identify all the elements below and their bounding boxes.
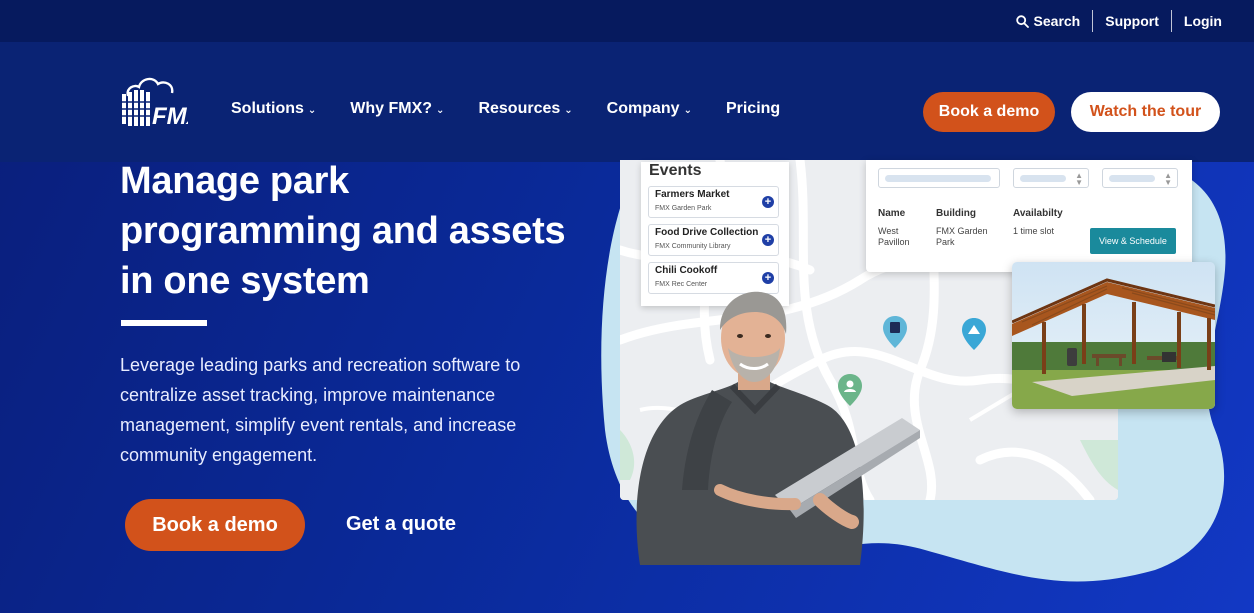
- chevron-down-icon: ⌄: [307, 104, 317, 116]
- plus-circle-icon[interactable]: +: [762, 234, 774, 246]
- main-navigation: FMX Solutions ⌄ Why FMX? ⌄ Resources ⌄ C…: [0, 42, 1254, 162]
- utility-login-link[interactable]: Login: [1170, 10, 1234, 32]
- select-arrows-icon: ▲ ▼: [1075, 171, 1083, 187]
- chevron-down-icon: ⌄: [683, 104, 692, 116]
- cell-name: West Pavillon: [878, 226, 910, 247]
- filter-select[interactable]: ▲ ▼: [1102, 168, 1178, 188]
- nav-why-fmx-label: Why FMX?: [350, 100, 433, 117]
- event-name: Farmers Market: [655, 189, 730, 200]
- plus-circle-icon[interactable]: +: [762, 196, 774, 208]
- utility-search-label: Search: [1033, 13, 1081, 29]
- event-item[interactable]: Food Drive Collection FMX Community Libr…: [648, 224, 779, 256]
- nav-solutions-label: Solutions: [231, 100, 304, 117]
- filter-input[interactable]: [878, 168, 1000, 188]
- person-with-laptop-image: [636, 291, 920, 565]
- events-card: Events Farmers Market FMX Garden Park + …: [641, 162, 789, 306]
- input-placeholder-bar: [885, 175, 991, 182]
- select-placeholder-bar: [1109, 175, 1155, 182]
- column-header-name: Name: [878, 208, 906, 219]
- cell-availability: 1 time slot: [1013, 226, 1055, 236]
- utility-support-label: Support: [1105, 13, 1159, 29]
- events-title: Events: [649, 162, 702, 179]
- chevron-down-icon: ⌄: [436, 104, 445, 116]
- search-icon: [1015, 14, 1029, 28]
- nav-company-label: Company: [606, 100, 680, 117]
- utility-support-link[interactable]: Support: [1092, 10, 1171, 32]
- column-header-building: Building: [936, 208, 976, 219]
- pavilion-photo: [1012, 262, 1215, 409]
- event-location: FMX Community Library: [655, 243, 731, 250]
- map-pin-icon[interactable]: [962, 318, 986, 350]
- nav-book-demo-button[interactable]: Book a demo: [923, 92, 1055, 132]
- event-item[interactable]: Farmers Market FMX Garden Park +: [648, 186, 779, 218]
- utility-bar: Search Support Login: [0, 0, 1254, 42]
- plus-circle-icon[interactable]: +: [762, 272, 774, 284]
- svg-text:FMX: FMX: [152, 103, 188, 128]
- nav-company[interactable]: Company ⌄: [607, 100, 692, 118]
- filter-select[interactable]: ▲ ▼: [1013, 168, 1089, 188]
- hero-book-demo-button[interactable]: Book a demo: [125, 499, 305, 551]
- view-schedule-button[interactable]: View & Schedule: [1090, 228, 1176, 254]
- get-quote-link[interactable]: Get a quote: [346, 513, 456, 536]
- hero-description: Leverage leading parks and recreation so…: [120, 355, 521, 465]
- fmx-logo[interactable]: FMX: [120, 74, 188, 128]
- hero-title: Manage park programming and assets in on…: [120, 160, 566, 302]
- scheduling-card: ▲ ▼ ▲ ▼ Name Building Availabilty West Pav…: [866, 160, 1192, 272]
- column-header-availability: Availabilty: [1013, 208, 1063, 219]
- nav-why-fmx[interactable]: Why FMX? ⌄: [350, 100, 444, 118]
- select-arrows-icon: ▲ ▼: [1164, 171, 1172, 187]
- pavilion-illustration: [1012, 262, 1215, 409]
- nav-solutions[interactable]: Solutions ⌄: [231, 100, 316, 118]
- event-name: Chili Cookoff: [655, 265, 718, 276]
- utility-login-label: Login: [1183, 13, 1222, 29]
- cell-building: FMX Garden Park: [936, 226, 988, 247]
- event-location: FMX Rec Center: [655, 281, 708, 288]
- nav-pricing-label: Pricing: [725, 100, 781, 117]
- nav-links: Solutions ⌄ Why FMX? ⌄ Resources ⌄ Compa…: [231, 100, 814, 118]
- nav-resources[interactable]: Resources ⌄: [478, 100, 572, 118]
- nav-pricing[interactable]: Pricing: [726, 100, 780, 118]
- hero-underline-divider: [121, 320, 207, 326]
- chevron-down-icon: ⌄: [564, 104, 573, 116]
- watch-tour-button[interactable]: Watch the tour: [1071, 92, 1220, 132]
- utility-search-link[interactable]: Search: [1004, 10, 1093, 32]
- select-placeholder-bar: [1020, 175, 1066, 182]
- nav-resources-label: Resources: [478, 100, 561, 117]
- event-location: FMX Garden Park: [655, 205, 712, 212]
- event-name: Food Drive Collection: [655, 227, 759, 238]
